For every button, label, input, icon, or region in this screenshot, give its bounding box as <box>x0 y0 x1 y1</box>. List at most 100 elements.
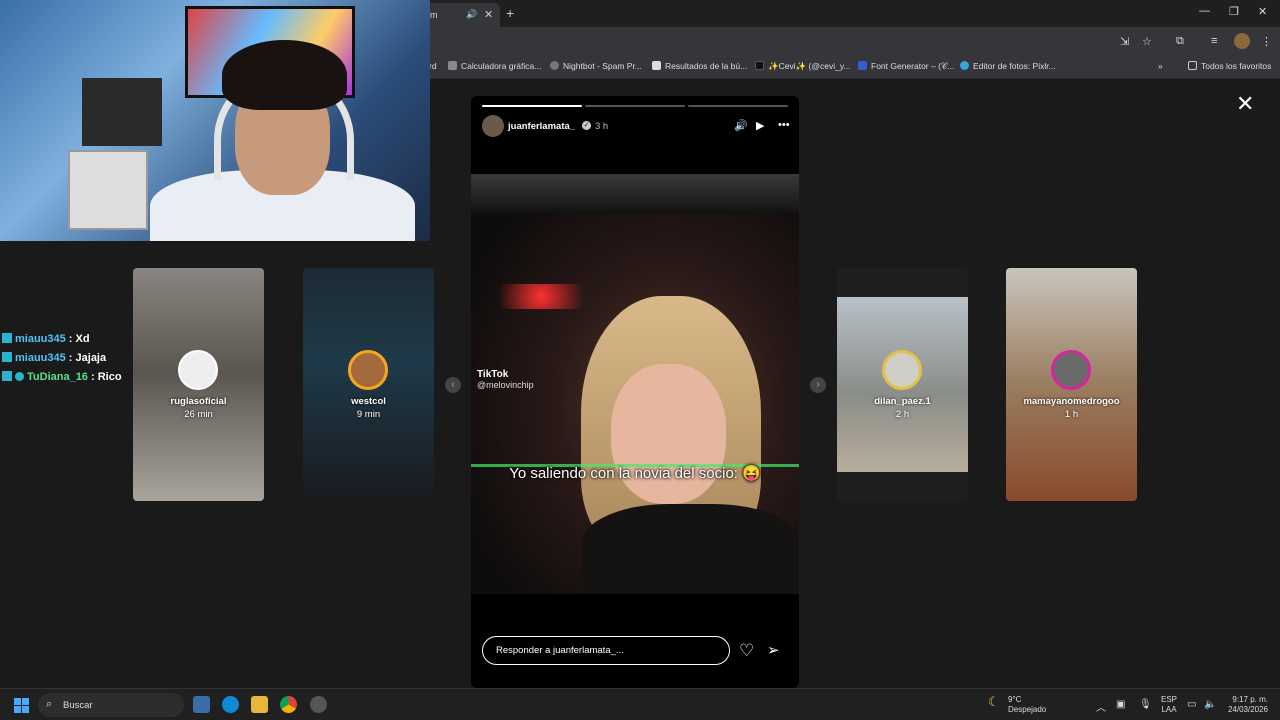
story-progress-bar <box>482 105 788 107</box>
font-generator-icon <box>858 61 867 70</box>
install-app-icon[interactable]: ⇲ <box>1120 35 1129 48</box>
tiktok-icon <box>755 61 764 70</box>
windows-start-icon[interactable] <box>14 698 29 713</box>
extensions-icon[interactable]: ⧉ <box>1176 35 1184 48</box>
tab-audio-icon[interactable]: 🔊 <box>466 9 477 20</box>
nightbot-icon <box>550 61 559 70</box>
file-explorer-icon[interactable] <box>251 696 268 713</box>
restore-icon[interactable]: ❐ <box>1229 5 1239 18</box>
bookmark-item[interactable]: ✨Cevi✨ (@cevi_y... <box>755 61 851 72</box>
more-options-icon[interactable]: ••• <box>778 119 790 131</box>
task-view-icon[interactable] <box>193 696 210 713</box>
tiktok-watermark: TikTok @melovinchip <box>477 369 534 390</box>
verified-badge-icon: ✓ <box>582 121 591 130</box>
story-header: juanferlamata_ ✓ 3 h 🔊 ▶ ••• <box>482 115 790 137</box>
story-card-ruglasoficial[interactable]: ruglasoficial 26 min <box>133 268 264 501</box>
story-card-mamayanomedrogoo[interactable]: mamayanomedrogoo 1 h <box>1006 268 1137 501</box>
app-icon[interactable] <box>310 696 327 713</box>
send-icon[interactable]: ➢ <box>767 641 780 659</box>
car-roof-shape <box>471 174 799 214</box>
story-card-time: 26 min <box>184 409 213 420</box>
person-jacket-shape <box>581 504 799 594</box>
minimize-icon[interactable]: — <box>1199 5 1210 17</box>
tab-title: m <box>430 10 438 20</box>
avatar <box>178 350 218 390</box>
mute-icon[interactable]: 🔊 <box>734 119 748 132</box>
reply-input[interactable]: Responder a juanferlamata_... <box>482 636 730 665</box>
streamer-hair-shape <box>222 40 347 110</box>
moon-icon: ☾ <box>988 694 1000 709</box>
story-card-username: dilan_paez.1 <box>874 396 931 407</box>
story-card-username: ruglasoficial <box>170 396 227 407</box>
like-heart-icon[interactable]: ♡ <box>739 641 754 661</box>
tray-overflow-icon[interactable]: ︿ <box>1096 699 1106 714</box>
active-story[interactable]: juanferlamata_ ✓ 3 h 🔊 ▶ ••• TikTok @mel… <box>471 96 799 688</box>
progress-segment <box>482 105 582 107</box>
webcam-overlay <box>0 0 430 241</box>
avatar <box>1051 350 1091 390</box>
windows-taskbar: ⌕ Buscar ☾ 9°C Despejado ︿ ▣ 🎙 ESP LAA ▭ 🔈… <box>0 688 1280 720</box>
story-card-username: mamayanomedrogoo <box>1023 396 1120 407</box>
browser-menu-icon[interactable]: ⋮ <box>1261 35 1272 48</box>
story-card-time: 1 h <box>1064 409 1079 420</box>
chat-message: miauu345 : Xd <box>2 333 132 352</box>
chat-badge-icon <box>2 333 12 343</box>
story-author-username[interactable]: juanferlamata_ <box>508 121 575 132</box>
new-tab-icon[interactable]: + <box>506 5 514 21</box>
folder-icon <box>1188 61 1197 70</box>
story-card-username: westcol <box>351 396 386 407</box>
profile-avatar[interactable] <box>1234 33 1250 49</box>
weather-description: Despejado <box>1008 705 1047 714</box>
progress-segment <box>585 105 685 107</box>
chat-message: TuDiana_16 : Rico <box>2 371 132 390</box>
chat-badge-icon <box>15 372 24 381</box>
story-card-time: 2 h <box>895 409 910 420</box>
chat-badge-icon <box>2 371 12 381</box>
chrome-icon[interactable] <box>280 696 297 713</box>
story-card-westcol[interactable]: westcol 9 min <box>303 268 434 501</box>
calculator-icon <box>448 61 457 70</box>
close-story-viewer-icon[interactable]: ✕ <box>1236 93 1254 115</box>
avatar <box>348 350 388 390</box>
story-card-dilan-paez[interactable]: dilan_paez.1 2 h <box>837 268 968 501</box>
stream-chat-overlay: miauu345 : Xd miauu345 : Jajaja TuDiana_… <box>2 333 132 390</box>
progress-segment <box>688 105 788 107</box>
bookmark-star-icon[interactable]: ☆ <box>1142 35 1152 48</box>
taskbar-search[interactable]: ⌕ Buscar <box>38 693 184 717</box>
bookmark-item[interactable]: Nightbot - Spam Pr... <box>550 61 642 71</box>
chat-badge-icon <box>2 352 12 362</box>
avatar <box>882 350 922 390</box>
story-video: TikTok @melovinchip <box>471 174 799 594</box>
more-bookmarks-icon[interactable]: » <box>1158 61 1163 71</box>
previous-story-arrow-icon[interactable]: ‹ <box>445 377 461 393</box>
chat-message: miauu345 : Jajaja <box>2 352 132 371</box>
tab-close-icon[interactable]: ✕ <box>484 8 493 21</box>
pixlr-icon <box>960 61 969 70</box>
edge-icon[interactable] <box>222 696 239 713</box>
tray-app-icon[interactable]: ▣ <box>1116 699 1125 710</box>
bookmark-item[interactable]: rd <box>429 61 437 71</box>
media-control-icon[interactable]: ≡ <box>1211 35 1217 47</box>
play-icon[interactable]: ▶ <box>756 119 764 132</box>
bookmark-item[interactable]: Calculadora gráfica... <box>448 61 541 71</box>
search-icon: ⌕ <box>46 698 53 710</box>
bookmark-item[interactable]: Resultados de la bú... <box>652 61 747 71</box>
document-icon <box>652 61 661 70</box>
weather-temperature: 9°C <box>1008 695 1022 704</box>
red-lights-shape <box>481 284 601 309</box>
language-indicator[interactable]: ESP LAA <box>1161 695 1177 715</box>
story-author-avatar[interactable] <box>482 115 504 137</box>
bookmark-item[interactable]: Editor de fotos: Pixlr... <box>960 61 1056 71</box>
story-time-ago: 3 h <box>595 121 609 132</box>
next-story-arrow-icon[interactable]: › <box>810 377 826 393</box>
bookmark-item[interactable]: Font Generator – (𝒞... <box>858 61 954 72</box>
microphone-icon[interactable]: 🎙 <box>1139 699 1152 710</box>
window-close-icon[interactable]: ✕ <box>1258 5 1267 18</box>
pc-case-box-shape <box>68 150 148 230</box>
all-bookmarks-folder[interactable]: Todos los favoritos <box>1188 61 1271 71</box>
background-box-shape <box>82 78 162 146</box>
volume-icon[interactable]: 🔈 <box>1204 699 1216 710</box>
story-caption: Yo saliendo con la novia del socio: 😝 <box>509 465 761 482</box>
system-clock[interactable]: 9:17 p. m. 24/03/2026 <box>1222 695 1268 715</box>
network-icon[interactable]: ▭ <box>1187 699 1196 710</box>
